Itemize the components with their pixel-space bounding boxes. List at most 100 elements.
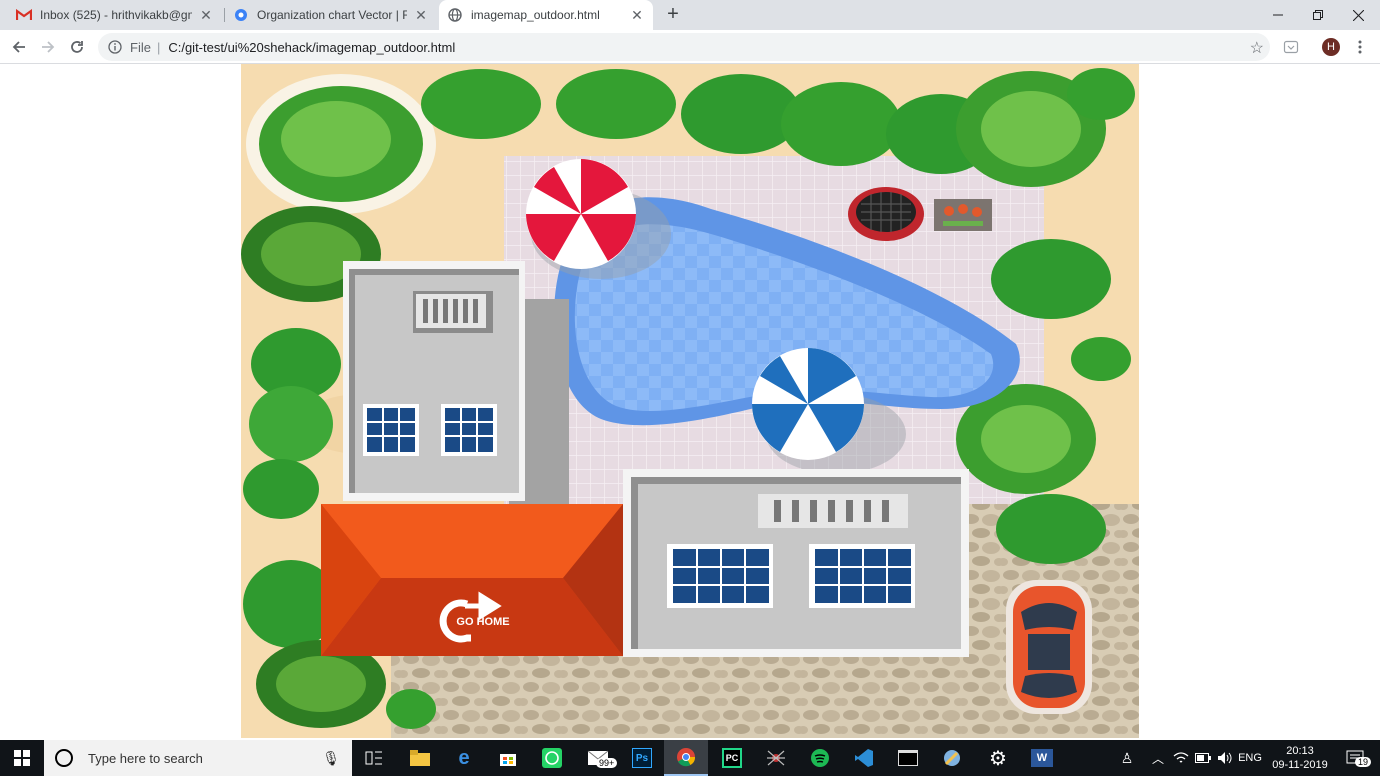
task-view-icon [365, 751, 382, 765]
home-roof[interactable]: GO HOME [321, 504, 623, 656]
close-tab-icon[interactable]: ✕ [629, 7, 645, 23]
word-button[interactable]: W [1020, 740, 1064, 776]
large-building[interactable] [623, 469, 969, 657]
folder-icon [410, 750, 430, 766]
bookmark-star-icon[interactable]: ☆ [1250, 38, 1264, 58]
reload-button[interactable] [66, 36, 88, 58]
chevron-up-icon: ︿ [1151, 751, 1164, 766]
more-vert-icon [1358, 40, 1362, 54]
wifi-button[interactable] [1170, 740, 1192, 776]
globe-icon [447, 7, 463, 23]
edge-icon: e [458, 746, 470, 769]
whatsapp-button[interactable] [530, 740, 574, 776]
windows-logo-icon [14, 750, 30, 766]
task-view-button[interactable] [352, 740, 396, 776]
gmail-icon [16, 7, 32, 23]
start-button[interactable] [0, 740, 44, 776]
store-button[interactable] [486, 740, 530, 776]
arrow-left-icon [12, 41, 25, 53]
tab-gmail[interactable]: Inbox (525) - hrithvikakb@gmail. ✕ [8, 0, 222, 30]
close-tab-icon[interactable]: ✕ [413, 7, 429, 23]
speaker-icon [1218, 752, 1232, 764]
scheme-label: File [130, 39, 151, 55]
language-label: ENG [1238, 752, 1262, 764]
freepik-icon [233, 7, 249, 23]
microphone-icon[interactable]: 🎙 [322, 750, 340, 767]
tab-imagemap[interactable]: imagemap_outdoor.html ✕ [439, 0, 653, 30]
paint-brush-icon [944, 750, 960, 766]
tab-label: Organization chart Vector | Free [257, 8, 407, 22]
paint-button[interactable] [930, 740, 974, 776]
pycharm-icon: PC [722, 748, 742, 768]
outdoor-image-map: GO HOME [241, 64, 1139, 738]
back-button[interactable] [8, 36, 30, 58]
page-content: GO HOME [0, 64, 1380, 740]
close-tab-icon[interactable]: ✕ [198, 7, 214, 23]
spider-icon [767, 750, 785, 766]
wifi-icon [1173, 752, 1189, 763]
minimize-icon [1273, 14, 1283, 16]
address-separator: | [156, 39, 161, 55]
terminal-button[interactable] [886, 740, 930, 776]
menu-button[interactable] [1349, 36, 1371, 58]
gear-icon: ⚙ [989, 747, 1007, 770]
chrome-button[interactable] [664, 740, 708, 776]
battery-icon [1195, 753, 1211, 763]
mail-badge: 99+ [596, 758, 618, 768]
pocket-icon [1283, 40, 1299, 54]
terminal-icon [898, 750, 918, 766]
bbq-grill[interactable] [848, 187, 924, 241]
word-icon: W [1031, 749, 1053, 767]
file-explorer-button[interactable] [398, 740, 442, 776]
settings-button[interactable]: ⚙ [976, 740, 1020, 776]
edge-button[interactable]: e [442, 740, 486, 776]
cortana-icon [55, 749, 73, 767]
new-tab-button[interactable]: + [662, 3, 684, 25]
taskbar-search[interactable]: Type here to search 🎙 [44, 740, 352, 776]
volume-button[interactable] [1214, 740, 1236, 776]
tab-freepik[interactable]: Organization chart Vector | Free ✕ [225, 0, 437, 30]
close-window-button[interactable] [1338, 0, 1378, 30]
pycharm-button[interactable]: PC [710, 740, 754, 776]
tab-label: Inbox (525) - hrithvikakb@gmail. [40, 8, 192, 22]
vscode-icon [855, 749, 873, 767]
show-hidden-icons-button[interactable]: ︿ [1148, 740, 1168, 776]
arrow-right-icon [42, 41, 55, 53]
spotify-button[interactable] [798, 740, 842, 776]
tab-label: imagemap_outdoor.html [471, 8, 600, 22]
clock-time: 20:13 [1286, 745, 1314, 757]
photoshop-button[interactable]: Ps [620, 740, 664, 776]
search-placeholder: Type here to search [88, 750, 203, 766]
notification-count: 19 [1355, 757, 1372, 767]
action-center-button[interactable]: 19 [1336, 740, 1374, 776]
mail-button[interactable]: 99+ [576, 740, 620, 776]
tab-strip: Inbox (525) - hrithvikakb@gmail. ✕ Organ… [0, 0, 1380, 30]
close-icon [1352, 9, 1364, 21]
forward-button[interactable] [37, 36, 59, 58]
url-text: C:/git-test/ui%20shehack/imagemap_outdoo… [168, 39, 456, 55]
address-bar[interactable]: File | C:/git-test/ui%20shehack/imagemap… [98, 33, 1270, 61]
vscode-button[interactable] [842, 740, 886, 776]
extension-button[interactable] [1280, 36, 1302, 58]
people-button[interactable]: ♙ [1114, 740, 1140, 776]
restore-icon [1313, 10, 1323, 20]
language-indicator[interactable]: ENG [1236, 740, 1264, 776]
windows-taskbar: Type here to search 🎙 e 99+ Ps PC ⚙ W ♙ … [0, 740, 1380, 776]
minimize-button[interactable] [1258, 0, 1298, 30]
food-tray [934, 199, 992, 231]
whatsapp-icon [542, 748, 562, 768]
chrome-icon [677, 748, 696, 767]
spider-app-button[interactable] [754, 740, 798, 776]
clock[interactable]: 20:13 09-11-2019 [1268, 740, 1332, 776]
info-icon [108, 40, 122, 54]
reload-icon [71, 41, 83, 53]
avatar: H [1322, 38, 1340, 56]
profile-button[interactable]: H [1320, 36, 1342, 58]
battery-button[interactable] [1192, 740, 1214, 776]
restore-button[interactable] [1298, 0, 1338, 30]
browser-toolbar: File | C:/git-test/ui%20shehack/imagemap… [0, 30, 1380, 64]
photoshop-icon: Ps [632, 748, 652, 768]
parked-car[interactable] [1006, 580, 1092, 714]
go-home-button[interactable]: GO HOME [456, 616, 509, 628]
spotify-icon [811, 749, 829, 767]
